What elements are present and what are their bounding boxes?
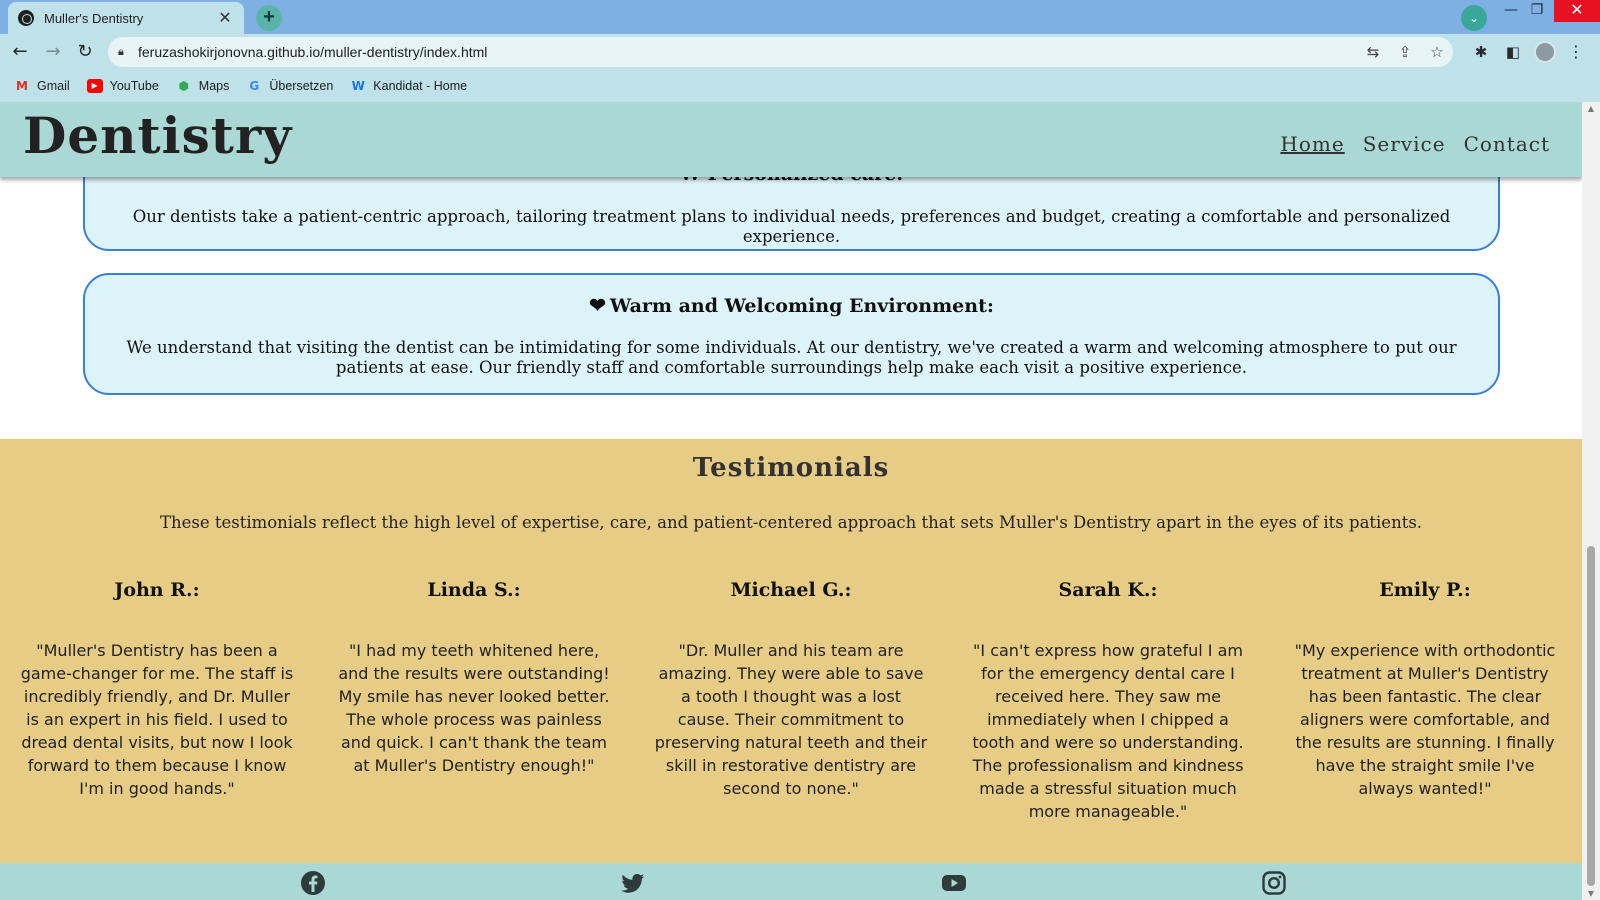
page-viewport: Dentistry Home Service Contact W Persona… [0, 102, 1582, 900]
bookmark-label: Kandidat - Home [373, 79, 468, 93]
share-icon[interactable]: ⇪ [1389, 43, 1421, 61]
testimonial-name: Sarah K.: [1058, 579, 1158, 601]
tab-close-icon[interactable]: ✕ [216, 8, 234, 28]
new-tab-button[interactable]: + [256, 5, 282, 31]
page-scrollbar[interactable]: ▲ ▼ [1582, 102, 1600, 900]
testimonials-intro: These testimonials reflect the high leve… [159, 513, 1423, 532]
testimonial-quote: "Muller's Dentistry has been a game-chan… [20, 641, 294, 798]
testimonial-quote: "Dr. Muller and his team are amazing. Th… [654, 641, 928, 798]
side-panel-icon[interactable]: ◧ [1501, 40, 1525, 64]
restore-icon[interactable]: ❐ [1520, 0, 1554, 22]
testimonial-card: Michael G.: "Dr. Muller and his team are… [654, 579, 928, 800]
tab-title: Muller's Dentistry [44, 10, 144, 26]
browser-tab-strip: Muller's Dentistry ✕ + ⌄ — ❐ ✕ [0, 0, 1600, 34]
testimonial-name: Linda S.: [427, 579, 521, 601]
nav-service-link[interactable]: Service [1363, 132, 1446, 156]
testimonials-heading: Testimonials [692, 453, 890, 483]
bookmark-translate[interactable]: G Übersetzen [246, 79, 333, 93]
address-bar[interactable]: 🔒︎ feruzashokirjonovna.github.io/muller-… [108, 37, 1453, 67]
back-icon[interactable]: ← [8, 40, 32, 64]
instagram-icon[interactable] [1260, 869, 1288, 897]
bookmark-label: YouTube [109, 79, 159, 93]
nav-contact-link[interactable]: Contact [1464, 132, 1550, 156]
extensions-icon[interactable]: ✱ [1469, 40, 1493, 64]
scroll-up-icon[interactable]: ▲ [1582, 104, 1600, 113]
nav-home-link[interactable]: Home [1280, 132, 1344, 156]
forward-icon[interactable]: → [41, 40, 65, 64]
profile-avatar[interactable] [1534, 41, 1556, 63]
bookmark-label: Übersetzen [269, 79, 334, 93]
bookmark-label: Gmail [37, 79, 70, 93]
testimonial-name: Emily P.: [1379, 579, 1471, 601]
testimonial-card: Emily P.: "My experience with orthodonti… [1288, 579, 1562, 800]
globe-icon [18, 10, 34, 26]
feature-card-warm-environment: ❤ Warm and Welcoming Environment: We unde… [83, 273, 1500, 395]
feature-text: Our dentists take a patient-centric appr… [132, 207, 1451, 246]
testimonial-quote: "I had my teeth whitened here, and the r… [338, 641, 610, 775]
maps-icon: ⬢ [178, 79, 190, 93]
kandidat-icon: W [351, 79, 365, 93]
testimonials-section: Testimonials These testimonials reflect … [0, 439, 1582, 863]
testimonial-name: John R.: [114, 579, 200, 601]
youtube-icon: ▶ [86, 79, 103, 93]
testimonial-quote: "My experience with orthodontic treatmen… [1294, 641, 1556, 798]
bookmark-label: Maps [198, 79, 230, 93]
site-brand[interactable]: Dentistry [23, 106, 292, 166]
bookmark-star-icon[interactable]: ☆ [1421, 43, 1453, 61]
twitter-icon[interactable] [619, 869, 647, 897]
bookmark-youtube[interactable]: ▶ YouTube [86, 79, 159, 93]
menu-icon[interactable]: ⋮ [1566, 40, 1586, 64]
testimonial-card: Linda S.: "I had my teeth whitened here,… [337, 579, 611, 777]
bookmark-gmail[interactable]: M Gmail [14, 79, 70, 93]
scrollbar-thumb[interactable] [1587, 546, 1595, 886]
feature-title: Warm and Welcoming Environment: [609, 295, 994, 317]
site-footer [0, 863, 1582, 900]
tab-search-icon[interactable]: ⌄ [1461, 5, 1487, 31]
facebook-icon[interactable] [299, 869, 327, 897]
heart-icon: ❤ [589, 293, 606, 317]
translate-icon: G [249, 79, 260, 93]
gmail-icon: M [16, 79, 28, 93]
testimonial-quote: "I can't express how grateful I am for t… [972, 641, 1244, 821]
bookmarks-bar: M Gmail ▶ YouTube ⬢ Maps G Übersetzen W … [0, 70, 1600, 102]
testimonial-name: Michael G.: [730, 579, 852, 601]
url-text[interactable]: feruzashokirjonovna.github.io/muller-den… [138, 44, 1357, 60]
feature-text: We understand that visiting the dentist … [126, 338, 1457, 377]
testimonial-card: Sarah K.: "I can't express how grateful … [971, 579, 1245, 823]
bookmark-maps[interactable]: ⬢ Maps [176, 79, 230, 93]
browser-tab[interactable]: Muller's Dentistry ✕ [8, 2, 244, 34]
bookmark-kandidat[interactable]: W Kandidat - Home [350, 79, 467, 93]
close-window-icon[interactable]: ✕ [1554, 0, 1600, 22]
testimonial-card: John R.: "Muller's Dentistry has been a … [20, 579, 294, 800]
youtube-icon[interactable] [940, 869, 968, 897]
lock-icon[interactable]: 🔒︎ [118, 46, 130, 58]
translate-icon[interactable]: ⇆ [1357, 43, 1389, 61]
feature-title-row: ❤ Warm and Welcoming Environment: [85, 293, 1498, 318]
site-header: Dentistry Home Service Contact [0, 102, 1582, 177]
reload-icon[interactable]: ↻ [73, 40, 97, 64]
site-nav: Home Service Contact [1280, 132, 1550, 156]
browser-toolbar: ← → ↻ 🔒︎ feruzashokirjonovna.github.io/m… [0, 34, 1600, 70]
scroll-down-icon[interactable]: ▼ [1582, 889, 1600, 898]
